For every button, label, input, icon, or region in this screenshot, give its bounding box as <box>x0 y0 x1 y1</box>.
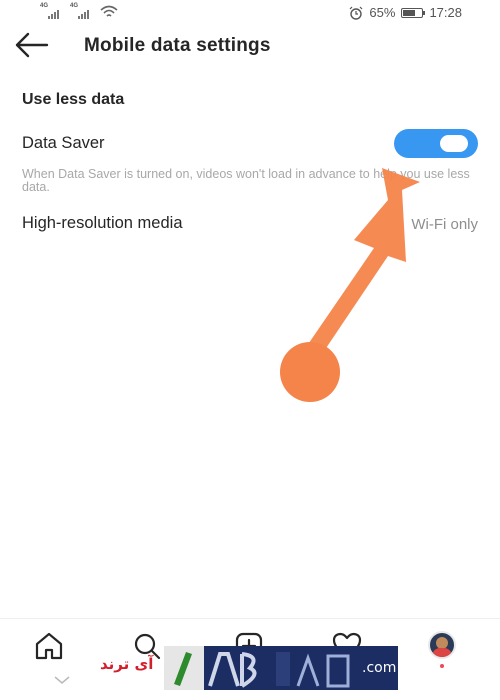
wifi-icon <box>100 5 118 17</box>
header: Mobile data settings <box>0 26 500 66</box>
toggle-knob <box>440 135 468 152</box>
pointer-arrow-overlay <box>280 168 420 402</box>
high-res-media-label[interactable]: High-resolution media <box>22 214 183 233</box>
status-right: 65% 17:28 <box>349 5 462 20</box>
signal-icon: 4G <box>40 3 64 19</box>
watermark-domain: .com <box>362 660 397 676</box>
clock: 17:28 <box>429 5 462 20</box>
network-type: 4G <box>70 3 79 9</box>
back-button[interactable] <box>14 30 50 60</box>
chevron-down-icon[interactable] <box>53 675 71 685</box>
high-res-media-value[interactable]: Wi-Fi only <box>411 216 478 233</box>
page-title: Mobile data settings <box>84 35 271 56</box>
watermark-text: آی ترند <box>100 655 154 673</box>
profile-avatar[interactable] <box>428 631 456 659</box>
home-icon[interactable] <box>32 629 66 663</box>
status-bar: 4G 4G 65% 17:28 <box>0 0 500 26</box>
battery-percent: 65% <box>369 5 396 20</box>
section-title: Use less data <box>22 91 125 108</box>
notification-dot <box>440 664 444 668</box>
data-saver-toggle[interactable] <box>394 129 478 158</box>
battery-icon <box>401 7 426 18</box>
arrow-left-icon[interactable] <box>14 30 50 60</box>
alarm-icon <box>349 6 363 20</box>
data-saver-label: Data Saver <box>22 134 105 152</box>
network-type: 4G <box>40 3 49 9</box>
status-left: 4G 4G <box>40 3 118 19</box>
signal-icon: 4G <box>70 3 94 19</box>
